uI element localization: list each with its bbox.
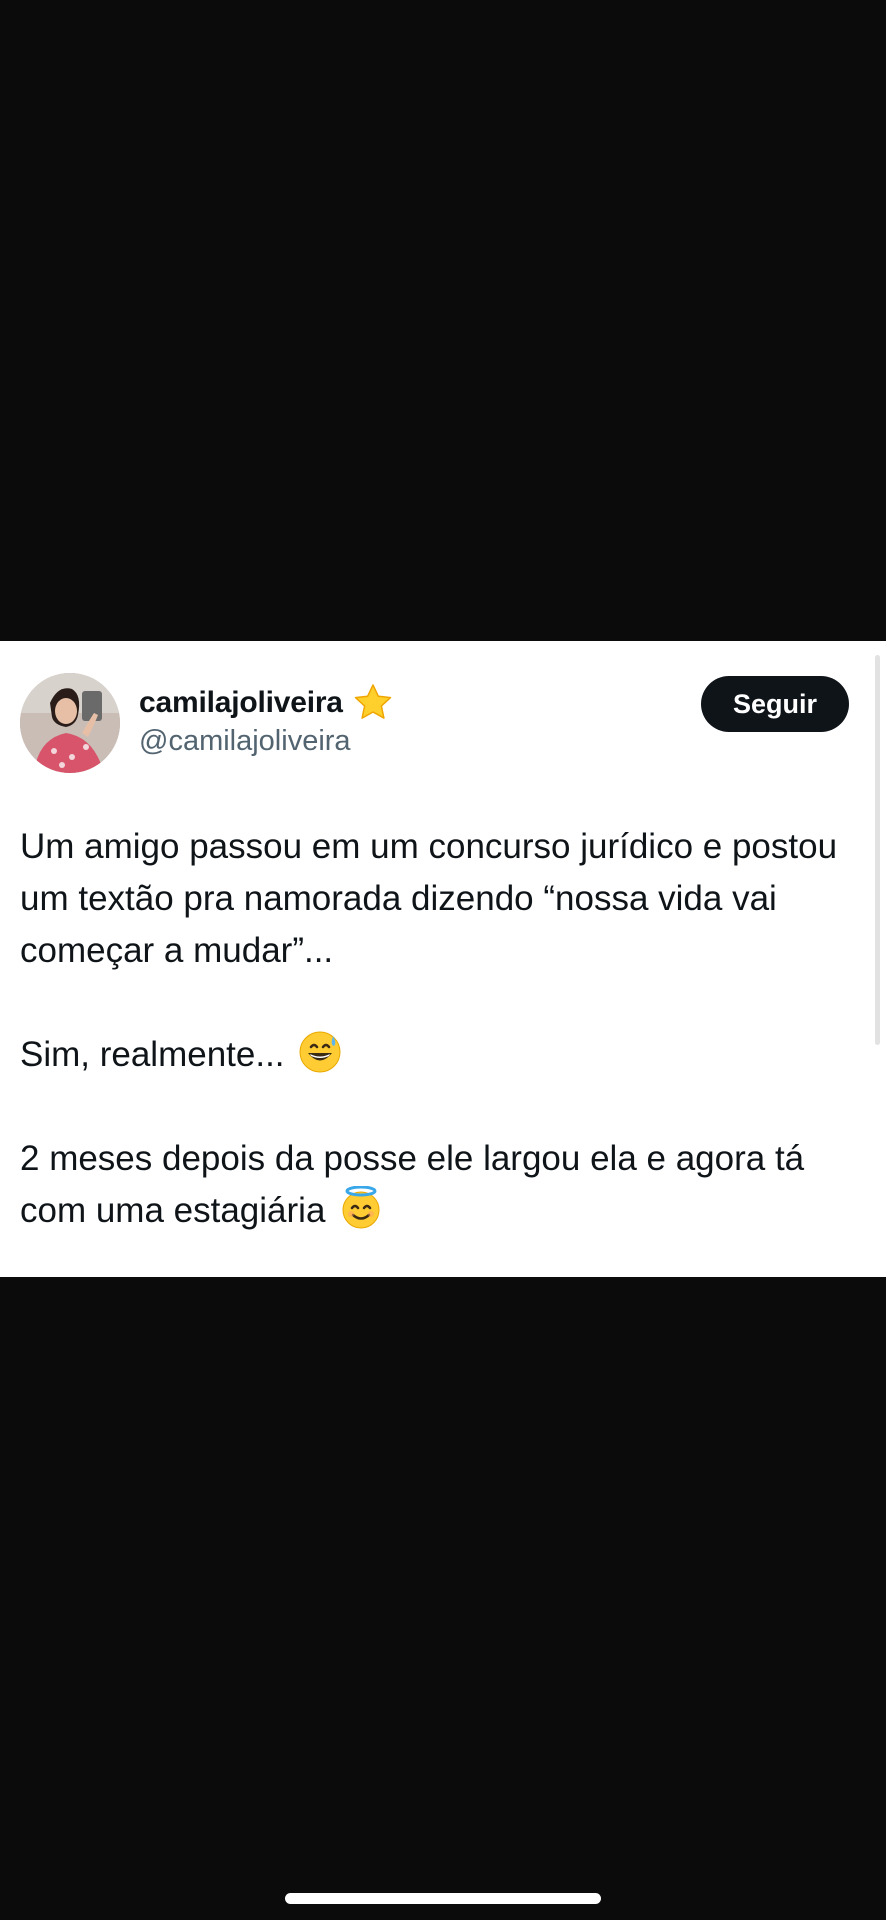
tweet-body: Um amigo passou em um concurso jurídico … (20, 821, 870, 1237)
grinning-sweat-emoji-icon (298, 1030, 342, 1074)
tweet-paragraph-3-text: 2 meses depois da posse ele largou ela e… (20, 1139, 805, 1230)
tweet-paragraph-1-text: Um amigo passou em um concurso jurídico … (20, 827, 838, 970)
display-name-row: camilajoliveira (139, 681, 395, 725)
screen: camilajoliveira @camilajoliveira Seguir … (0, 0, 886, 1920)
scroll-indicator[interactable] (875, 655, 880, 1045)
follow-button[interactable]: Seguir (701, 676, 849, 732)
star-icon (351, 681, 395, 725)
tweet-paragraph-1: Um amigo passou em um concurso jurídico … (20, 821, 870, 977)
handle[interactable]: @camilajoliveira (139, 725, 351, 758)
tweet-card: camilajoliveira @camilajoliveira Seguir … (0, 641, 886, 1277)
home-indicator[interactable] (285, 1893, 601, 1904)
tweet-paragraph-2: Sim, realmente... (20, 1029, 870, 1081)
display-name[interactable]: camilajoliveira (139, 686, 343, 720)
tweet-paragraph-2-text: Sim, realmente... (20, 1035, 285, 1074)
smiling-halo-emoji-icon (339, 1185, 383, 1230)
avatar[interactable] (20, 673, 120, 773)
tweet-paragraph-3: 2 meses depois da posse ele largou ela e… (20, 1133, 870, 1237)
